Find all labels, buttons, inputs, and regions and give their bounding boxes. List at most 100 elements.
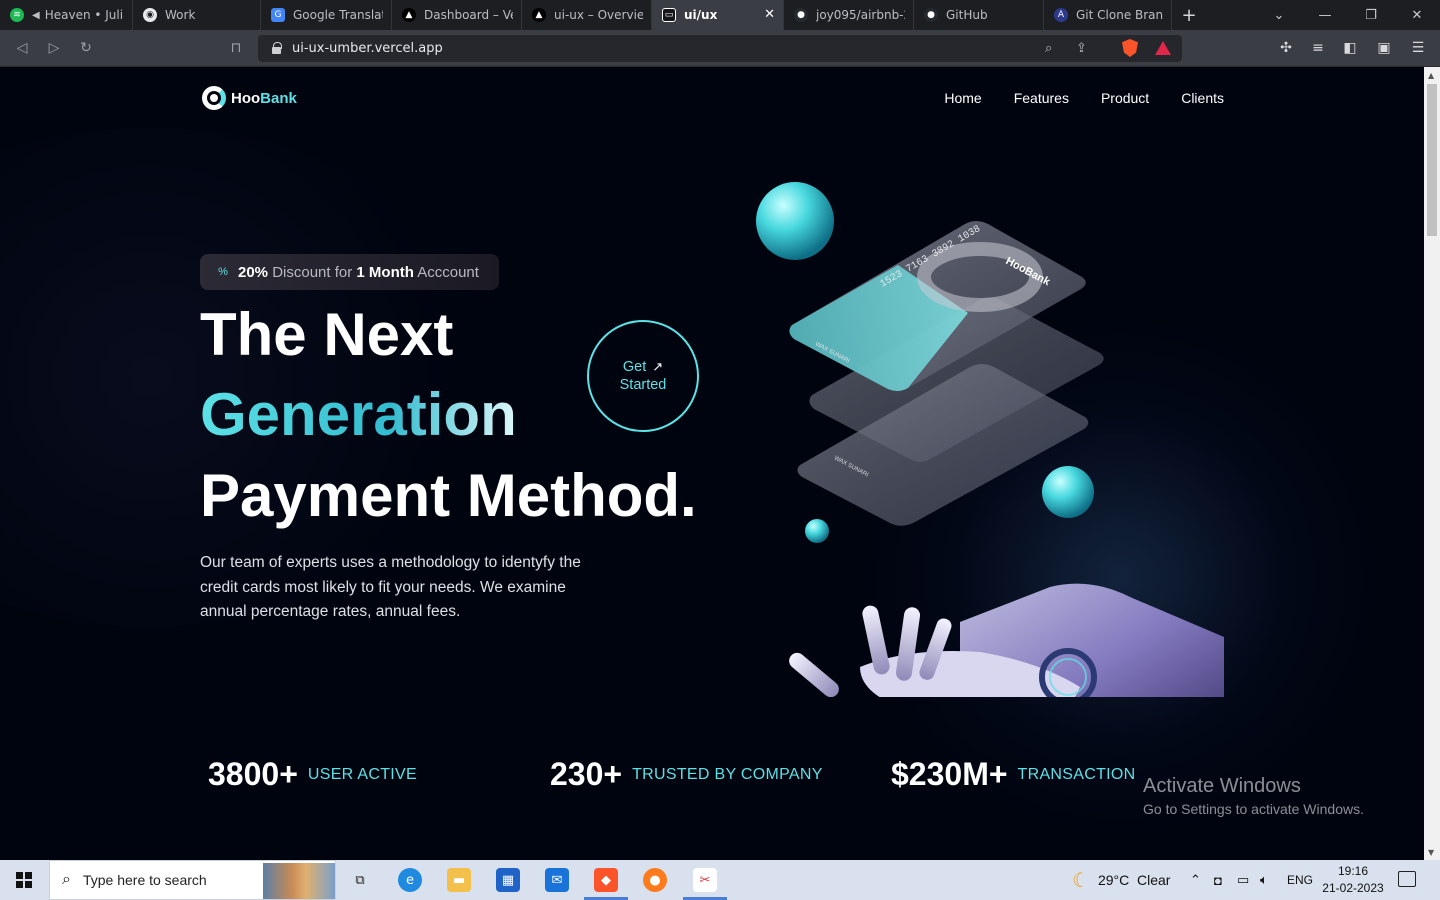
hero-robot-hand-cards-illustration: HooBank 1523 7163 3892 1038 WAX SUNARI W… — [756, 182, 1224, 697]
site-icon: ▭ — [662, 8, 676, 22]
task-view-icon[interactable]: ⧉ — [348, 868, 372, 892]
tab-vercel-dashboard[interactable]: ▲ Dashboard – Verc — [392, 0, 522, 30]
hero-title-line1: The Next — [200, 301, 454, 368]
tray-overflow-icon[interactable]: ⌃ — [1190, 860, 1201, 900]
brave-rewards-icon[interactable] — [1155, 41, 1171, 55]
robot-finger — [789, 652, 839, 697]
hero-title-line2: Generation — [200, 379, 517, 451]
restore-icon[interactable]: ❐ — [1348, 0, 1394, 30]
tab-work[interactable]: ◉ Work — [133, 0, 261, 30]
weather-widget[interactable]: ☾ 29°C Clear — [1072, 860, 1170, 900]
discount-period: 1 Month — [356, 263, 414, 281]
tab-google-translate[interactable]: G Google Translate — [261, 0, 392, 30]
network-icon[interactable]: ▭ — [1237, 860, 1249, 900]
scrollbar-thumb[interactable] — [1427, 84, 1437, 236]
stat-value: 3800+ — [208, 756, 298, 792]
close-tab-icon[interactable]: ✕ — [764, 7, 775, 22]
tab-uiux[interactable]: ▭ ui/ux ✕ — [652, 0, 784, 30]
volume-icon[interactable]: 🔈︎ — [1260, 860, 1268, 900]
taskbar-clock[interactable]: 19:16 21-02-2023 — [1322, 863, 1384, 897]
taskbar-search-box[interactable]: ⌕ Type here to search — [49, 860, 336, 900]
nav-product[interactable]: Product — [1101, 90, 1149, 106]
bookmark-icon[interactable]: ⊓ — [227, 39, 245, 57]
zoom-icon[interactable]: ⌕ — [1045, 41, 1052, 56]
tab-spotify[interactable]: ≋ ◀︎ Heaven • Julia — [0, 0, 133, 30]
share-icon[interactable]: ⇪ — [1076, 41, 1087, 56]
firefox-icon[interactable]: ● — [643, 868, 667, 892]
extensions-icon[interactable]: ✣ — [1277, 39, 1295, 57]
tab-git-clone-branch[interactable]: A Git Clone Branch — [1044, 0, 1172, 30]
edge-icon[interactable]: e — [398, 868, 422, 892]
search-highlight-image[interactable] — [263, 863, 335, 899]
url-text[interactable]: ui-ux-umber.vercel.app — [292, 41, 443, 56]
start-button[interactable] — [0, 860, 48, 900]
media-queue-icon[interactable]: ≡ — [1309, 39, 1327, 57]
back-icon[interactable]: ◁ — [13, 39, 31, 57]
stat-trusted-by-company: 230+ TRUSTED BY COMPANY — [550, 756, 891, 793]
decor-orb — [805, 519, 829, 543]
nav-home[interactable]: Home — [944, 90, 981, 106]
tab-title: Google Translate — [293, 8, 383, 22]
new-tab-button[interactable]: + — [1172, 0, 1206, 30]
tab-search-icon[interactable]: ⌄ — [1256, 0, 1302, 30]
stat-label: USER ACTIVE — [307, 765, 417, 783]
tab-title: Dashboard – Verc — [424, 8, 513, 22]
tab-title: ui-ux – Overview — [554, 8, 643, 22]
search-icon: ⌕ — [62, 871, 71, 888]
discount-percent: 20% — [238, 263, 269, 281]
wallet-icon[interactable]: ▣ — [1375, 39, 1393, 57]
minimize-icon[interactable]: — — [1302, 0, 1348, 30]
sidebar-icon[interactable]: ◧ — [1341, 39, 1359, 57]
url-field[interactable]: ui-ux-umber.vercel.app ⌕ ⇪ — [258, 35, 1182, 62]
cta-label: Started — [619, 377, 667, 393]
snipping-tool-icon[interactable]: ✂ — [683, 868, 727, 900]
menu-icon[interactable]: ☰ — [1409, 39, 1427, 57]
watermark-subtitle: Go to Settings to activate Windows. — [1143, 801, 1364, 817]
weather-text: 29°C Clear — [1097, 872, 1171, 888]
tab-title: Work — [165, 8, 196, 22]
reload-icon[interactable]: ↻ — [77, 39, 95, 57]
file-explorer-icon[interactable]: ▬ — [447, 868, 471, 892]
meet-now-icon[interactable]: ◘ — [1214, 860, 1222, 900]
browser-tab-bar: ≋ ◀︎ Heaven • Julia ◉ Work G Google Tran… — [0, 0, 1440, 30]
search-placeholder: Type here to search — [82, 872, 207, 888]
stat-transaction: $230M+ TRANSACTION — [891, 756, 1136, 793]
brave-browser-icon[interactable]: ◆ — [584, 868, 628, 900]
scroll-down-icon[interactable]: ▼ — [1428, 848, 1434, 857]
nav-features[interactable]: Features — [1014, 90, 1069, 106]
get-started-button[interactable]: Get ↗ Started — [587, 320, 699, 432]
stat-label: TRANSACTION — [1017, 765, 1136, 783]
microsoft-store-icon[interactable]: ▦ — [496, 868, 520, 892]
lock-icon[interactable] — [272, 42, 282, 54]
tab-github[interactable]: ● GitHub — [914, 0, 1044, 30]
close-window-icon[interactable]: ✕ — [1394, 0, 1440, 30]
main-nav: Home Features Product Clients — [944, 90, 1224, 106]
hero-description: Our team of experts uses a methodology t… — [200, 554, 581, 620]
decor-orb — [1042, 466, 1094, 518]
decor-orb — [756, 182, 834, 260]
nav-clients[interactable]: Clients — [1181, 90, 1224, 106]
arrow-up-right-icon: ↗ — [652, 359, 664, 374]
discount-icon: % — [218, 266, 228, 278]
activate-windows-watermark: Activate Windows Go to Settings to activ… — [1143, 775, 1364, 817]
tab-title: Git Clone Branch — [1076, 8, 1163, 22]
notification-center-icon[interactable] — [1398, 871, 1416, 887]
page-scrollbar[interactable]: ▲ ▼ — [1424, 67, 1440, 860]
tab-title: joy095/airbnb-2.0 — [816, 8, 905, 22]
clock-time: 19:16 — [1337, 864, 1369, 878]
scroll-up-icon[interactable]: ▲ — [1428, 71, 1434, 80]
forward-icon[interactable]: ▷ — [45, 39, 63, 57]
cta-label: Get — [622, 359, 647, 375]
audio-icon[interactable]: ◀︎ — [32, 10, 40, 21]
hoobank-logo[interactable]: HooBank — [202, 86, 297, 110]
mail-icon[interactable]: ✉ — [545, 868, 569, 892]
tab-vercel-overview[interactable]: ▲ ui-ux – Overview — [522, 0, 652, 30]
windows-taskbar: ⌕ Type here to search ⧉ e ▬ ▦ ✉ ◆ ● ✂ ☾ … — [0, 860, 1440, 900]
clock-date: 21-02-2023 — [1322, 881, 1384, 895]
watermark-title: Activate Windows — [1143, 775, 1301, 797]
stat-user-active: 3800+ USER ACTIVE — [208, 756, 550, 793]
github-icon: ● — [794, 8, 808, 22]
language-indicator[interactable]: ENG — [1287, 860, 1313, 900]
globe-icon: ◉ — [143, 8, 157, 22]
tab-github-repo[interactable]: ● joy095/airbnb-2.0 — [784, 0, 914, 30]
